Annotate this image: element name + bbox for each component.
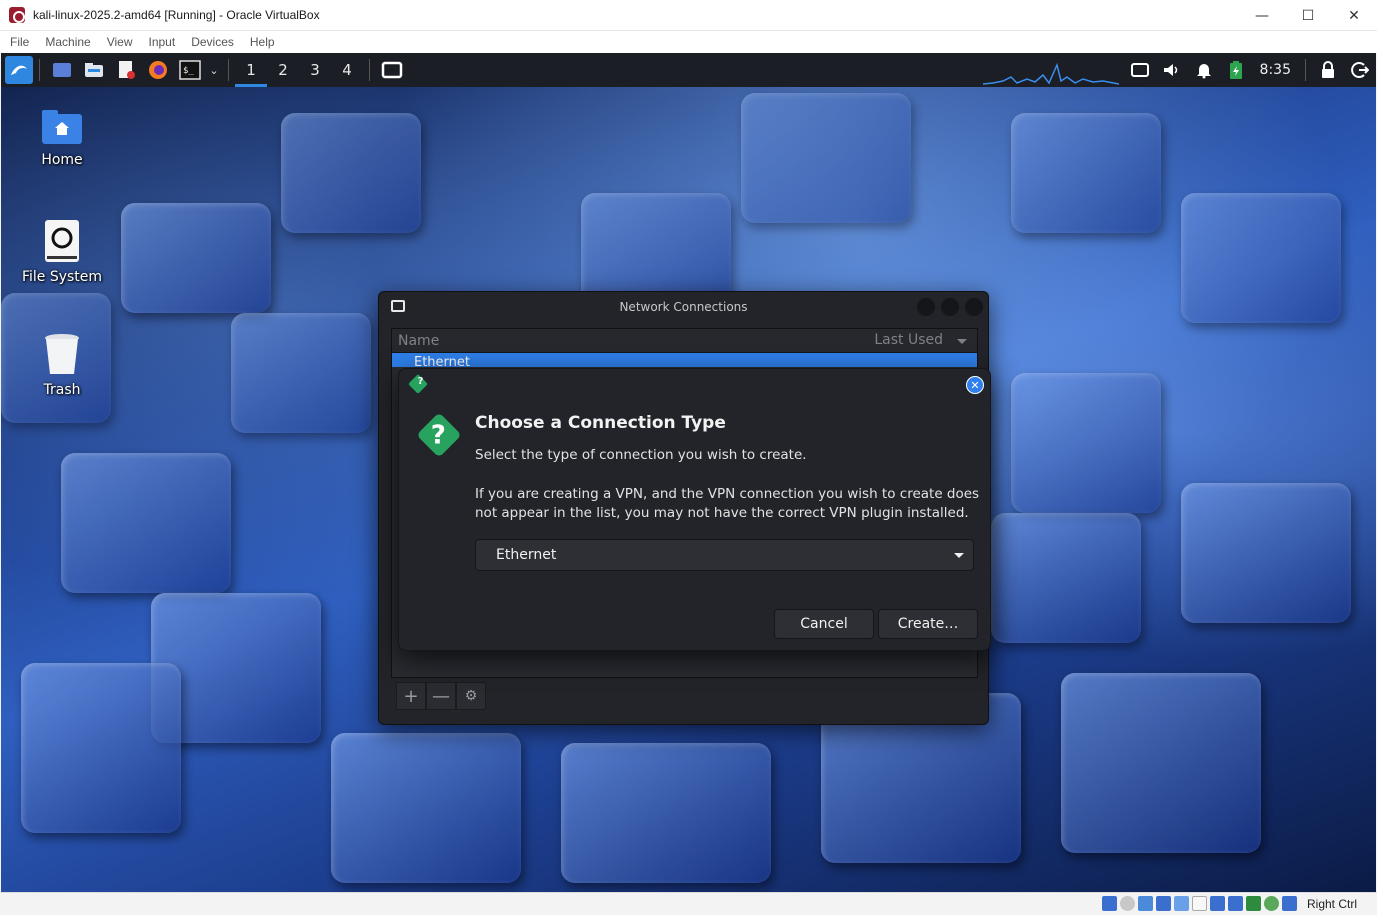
show-desktop-icon[interactable]: [51, 59, 73, 81]
question-glyph: ?: [417, 376, 424, 388]
vbox-menubar: File Machine View Input Devices Help: [0, 31, 1377, 53]
shared-folders-icon[interactable]: [1192, 896, 1207, 911]
dialog-body: If you are creating a VPN, and the VPN c…: [475, 486, 980, 521]
desktop-icon-trash[interactable]: Trash: [12, 332, 112, 398]
video-capture-icon[interactable]: [1228, 896, 1243, 911]
list-header: Name Last Used: [392, 329, 977, 353]
svg-text:$_: $_: [183, 66, 194, 76]
choose-connection-type-dialog: ? ✕ ? Choose a Connection Type Select th…: [398, 368, 991, 651]
audio-icon[interactable]: [1138, 896, 1153, 911]
workspace-3[interactable]: 3: [299, 53, 331, 87]
column-last-used[interactable]: Last Used: [868, 332, 943, 348]
menu-view[interactable]: View: [99, 35, 141, 49]
trash-icon: [45, 334, 79, 374]
cpu-icon[interactable]: [1264, 896, 1279, 911]
connection-type-select[interactable]: Ethernet: [475, 539, 974, 571]
panel-separator: [1305, 59, 1306, 81]
workspace-1[interactable]: 1: [235, 53, 267, 87]
nc-title: Network Connections: [619, 300, 748, 314]
remove-connection-button[interactable]: —: [426, 682, 456, 710]
nc-maximize-button[interactable]: [941, 298, 959, 316]
desktop-icon-home[interactable]: Home: [12, 108, 112, 168]
clock[interactable]: 8:35: [1260, 62, 1291, 78]
vbox-titlebar: kali-linux-2025.2-amd64 [Running] - Orac…: [0, 0, 1377, 31]
top-panel: $_ ⌄ 1 2 3 4 8:35: [1, 53, 1376, 87]
vbox-statusbar: Right Ctrl: [0, 892, 1377, 915]
display-icon[interactable]: [1210, 896, 1225, 911]
minimize-button[interactable]: —: [1239, 0, 1285, 31]
kali-menu-button[interactable]: [5, 56, 33, 84]
logout-icon[interactable]: [1349, 59, 1371, 81]
question-glyph: ?: [430, 420, 446, 451]
hard-disk-icon[interactable]: [1102, 896, 1117, 911]
list-item-ethernet[interactable]: Ethernet: [392, 353, 977, 367]
menu-devices[interactable]: Devices: [183, 35, 242, 49]
window-title: kali-linux-2025.2-amd64 [Running] - Orac…: [33, 8, 320, 22]
guest-screen[interactable]: $_ ⌄ 1 2 3 4 8:35 Home File System Trash…: [1, 53, 1376, 892]
network-icon[interactable]: [1156, 896, 1171, 911]
cancel-button[interactable]: Cancel: [774, 609, 874, 639]
question-small-icon: ?: [408, 374, 428, 394]
firefox-icon[interactable]: [147, 59, 169, 81]
battery-icon[interactable]: [1225, 59, 1247, 81]
kali-dragon-icon: [11, 65, 27, 75]
nc-window-controls: [917, 298, 983, 316]
desktop-icon-file-system[interactable]: File System: [12, 219, 112, 285]
file-manager-icon[interactable]: [83, 59, 105, 81]
workspace-2[interactable]: 2: [267, 53, 299, 87]
volume-icon[interactable]: [1161, 59, 1183, 81]
status-icons: [1102, 896, 1297, 911]
connection-type-value: Ethernet: [496, 547, 557, 563]
menu-file[interactable]: File: [2, 35, 37, 49]
sort-arrow-icon[interactable]: [957, 339, 967, 344]
usb-icon[interactable]: [1174, 896, 1189, 911]
virtualbox-app-icon: [9, 7, 25, 23]
dialog-close-button[interactable]: ✕: [966, 376, 984, 394]
connection-settings-button[interactable]: ⚙: [456, 682, 486, 710]
add-connection-button[interactable]: +: [396, 682, 426, 710]
notifications-bell-icon[interactable]: [1193, 59, 1215, 81]
desktop-icon-label: Trash: [43, 382, 81, 398]
nc-minimize-button[interactable]: [917, 298, 935, 316]
text-editor-icon[interactable]: [115, 59, 137, 81]
nc-toolbar: + — ⚙: [396, 682, 486, 710]
panel-separator: [228, 59, 229, 81]
display-icon[interactable]: [1129, 59, 1151, 81]
panel-separator: [39, 59, 40, 81]
chevron-down-icon[interactable]: ⌄: [208, 59, 220, 81]
nc-close-button[interactable]: [965, 298, 983, 316]
nc-titlebar[interactable]: Network Connections: [379, 292, 988, 322]
desktop-icon-label: Home: [41, 152, 83, 168]
drive-icon: [45, 220, 79, 262]
close-window-button[interactable]: ✕: [1331, 0, 1377, 31]
panel-separator: [369, 59, 370, 81]
maximize-button[interactable]: ☐: [1285, 0, 1331, 31]
lock-screen-icon[interactable]: [1317, 59, 1339, 81]
window-controls: — ☐ ✕: [1239, 0, 1377, 31]
mouse-integration-icon[interactable]: [1282, 896, 1297, 911]
host-key-label: Right Ctrl: [1306, 897, 1357, 911]
guest-additions-icon[interactable]: [1246, 896, 1261, 911]
home-folder-icon: [42, 110, 82, 144]
optical-drive-icon[interactable]: [1120, 896, 1135, 911]
dropdown-arrow-icon: [954, 553, 964, 558]
network-window-icon: [391, 300, 405, 312]
workspace-4[interactable]: 4: [331, 53, 363, 87]
menu-input[interactable]: Input: [141, 35, 184, 49]
cpu-graph: [983, 62, 1119, 85]
question-icon: ?: [416, 412, 462, 458]
panel-tray: 8:35: [1124, 53, 1376, 87]
menu-machine[interactable]: Machine: [37, 35, 98, 49]
create-button[interactable]: Create…: [878, 609, 978, 639]
desktop-icon-label: File System: [21, 269, 103, 285]
column-name[interactable]: Name: [392, 333, 439, 349]
active-window-icon[interactable]: [381, 59, 403, 81]
menu-help[interactable]: Help: [242, 35, 283, 49]
terminal-icon[interactable]: $_: [179, 59, 201, 81]
dialog-subtitle: Select the type of connection you wish t…: [475, 447, 807, 463]
dialog-heading: Choose a Connection Type: [475, 413, 726, 433]
